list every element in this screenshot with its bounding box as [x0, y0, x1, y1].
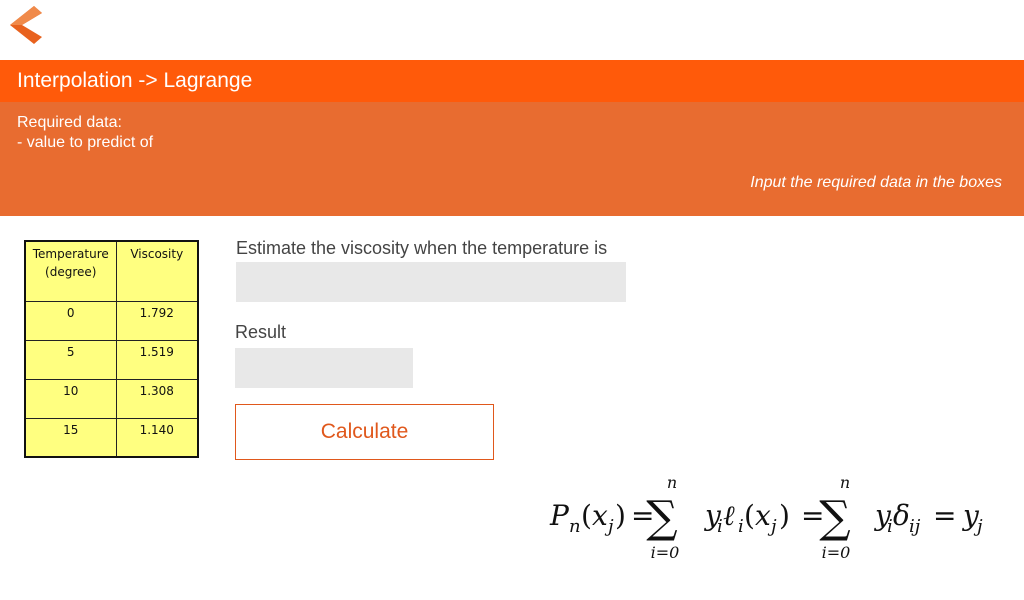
table-cell: 15: [24, 417, 117, 458]
table-cell: 1.519: [115, 339, 199, 380]
term-l: ℓ: [723, 499, 735, 532]
result-field[interactable]: [235, 348, 413, 388]
sum2-lower: i=0: [822, 543, 851, 562]
data-table: Temperature (degree) Viscosity 0 1.792 5…: [24, 240, 199, 458]
sum-lower: i=0: [651, 543, 680, 562]
term2-delta: δ: [893, 499, 910, 532]
sum-upper: n: [667, 473, 677, 492]
sum2-upper: n: [840, 473, 850, 492]
table-row: 15 1.140: [24, 417, 199, 458]
page-title: Interpolation -> Lagrange: [0, 60, 1024, 102]
formula-lhs: P: [549, 499, 570, 532]
table-cell: 1.140: [115, 417, 199, 458]
formula-arg: x: [592, 499, 608, 532]
table-row: 5 1.519: [24, 339, 199, 380]
term2-delta-sub: ij: [909, 516, 921, 537]
table-cell: 5: [24, 339, 117, 380]
table-cell: 0: [24, 300, 117, 341]
sum-symbol: ∑: [646, 492, 677, 543]
table-header-row: Temperature (degree) Viscosity: [24, 240, 199, 302]
chevron-left-icon: [10, 6, 42, 44]
formula-paren-close: ): [615, 499, 626, 532]
input-hint: Input the required data in the boxes: [750, 174, 1002, 191]
table-header-viscosity: Viscosity: [115, 240, 199, 302]
term-y-sub: i: [717, 516, 723, 537]
term2-y-sub: i: [887, 516, 893, 537]
term-x: x: [755, 499, 771, 532]
table-cell: 10: [24, 378, 117, 419]
back-button[interactable]: [6, 4, 46, 46]
estimate-prompt: Estimate the viscosity when the temperat…: [236, 238, 608, 258]
required-data-label: Required data:: [17, 114, 122, 131]
term-paren-open: (: [744, 499, 755, 532]
formula-lhs-sub: n: [569, 516, 581, 537]
table-header-temperature: Temperature (degree): [24, 240, 117, 302]
required-data-item: - value to predict of: [17, 134, 154, 151]
result-label: Result: [235, 322, 287, 342]
formula-equals-3: =: [933, 499, 956, 532]
term-l-sub: i: [738, 516, 744, 537]
table-cell: 1.792: [115, 300, 199, 341]
temperature-input[interactable]: [236, 262, 626, 302]
lagrange-formula: P n ( x j ) = n ∑ i=0 y i ℓ i ( x j ) = …: [549, 473, 983, 562]
calculate-button[interactable]: Calculate: [235, 404, 494, 460]
table-cell: 1.308: [115, 378, 199, 419]
table-row: 10 1.308: [24, 378, 199, 419]
table-row: 0 1.792: [24, 300, 199, 341]
sum2-symbol: ∑: [819, 492, 850, 543]
formula-paren-open: (: [581, 499, 592, 532]
term-paren-close: ): [779, 499, 790, 532]
info-panel: Required data: - value to predict of Inp…: [0, 102, 1024, 216]
